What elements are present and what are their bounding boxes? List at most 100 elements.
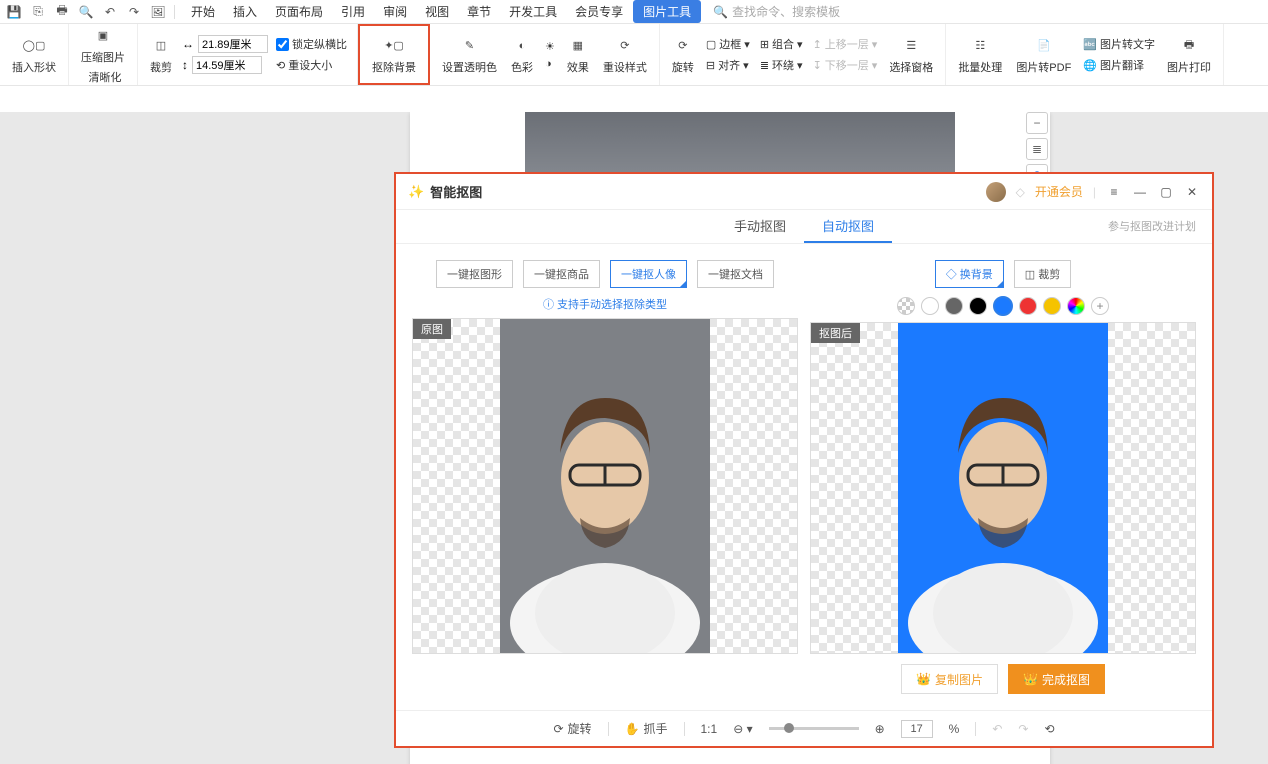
tab-layout[interactable]: 页面布局 <box>267 0 331 23</box>
tab-picture-tools[interactable]: 图片工具 <box>633 0 701 23</box>
to-pdf-button[interactable]: 📄图片转PDF <box>1012 33 1075 77</box>
minimize-icon[interactable]: ― <box>1132 184 1148 200</box>
crop-result-button[interactable]: ◫ 裁剪 <box>1014 260 1071 288</box>
menu-icon[interactable]: ≡ <box>1106 184 1122 200</box>
zoom-in-button[interactable]: ⊕ <box>875 722 885 736</box>
undo-button[interactable]: ↶ <box>992 722 1002 736</box>
swatch-white[interactable] <box>921 297 939 315</box>
copy-pic-button[interactable]: 👑复制图片 <box>901 664 998 694</box>
print-pic-button[interactable]: 🖶图片打印 <box>1163 33 1215 77</box>
height-input[interactable] <box>192 56 262 74</box>
reset-style-button[interactable]: ⟳重设样式 <box>599 33 651 77</box>
cutout-shape-button[interactable]: 一键抠图形 <box>436 260 513 288</box>
tab-manual[interactable]: 手动抠图 <box>716 210 804 243</box>
tab-refs[interactable]: 引用 <box>333 0 373 23</box>
combine-button[interactable]: ⊞ 组合 ▾ <box>758 35 805 53</box>
border-button[interactable]: ▢ 边框 ▾ <box>704 35 752 53</box>
cutout-doc-button[interactable]: 一键抠文档 <box>697 260 774 288</box>
search-placeholder: 查找命令、搜索模板 <box>732 3 840 20</box>
print-icon[interactable]: 🖶 <box>54 4 70 20</box>
swatch-blue[interactable] <box>993 296 1013 316</box>
export-icon[interactable]: ⎘ <box>30 4 46 20</box>
swatch-add[interactable]: + <box>1091 297 1109 315</box>
wrap-button[interactable]: ≣ 环绕 ▾ <box>758 56 805 74</box>
move-down-button[interactable]: ↧ 下移一层 ▾ <box>811 56 880 74</box>
tab-vip[interactable]: 会员专享 <box>567 0 631 23</box>
batch-button[interactable]: ☷批量处理 <box>954 33 1006 77</box>
swatch-yellow[interactable] <box>1043 297 1061 315</box>
swatch-black[interactable] <box>969 297 987 315</box>
undo-icon[interactable]: ↶ <box>102 4 118 20</box>
lock-ratio-input[interactable] <box>276 38 289 51</box>
move-up-button[interactable]: ↥ 上移一层 ▾ <box>811 35 880 53</box>
insert-shape-button[interactable]: ◯▢插入形状 <box>8 33 60 77</box>
swatch-gray[interactable] <box>945 297 963 315</box>
separator <box>975 722 976 736</box>
tab-chapter[interactable]: 章节 <box>459 0 499 23</box>
swatch-red[interactable] <box>1019 297 1037 315</box>
adjust-icons: ☀ ◑ <box>543 39 557 71</box>
save-icon[interactable]: 💾 <box>6 4 22 20</box>
picture-icon[interactable]: 🖼 <box>150 4 166 20</box>
transparent-icon: ✎ <box>459 35 481 57</box>
width-input[interactable] <box>198 35 268 53</box>
command-search[interactable]: 🔍查找命令、搜索模板 <box>713 3 840 20</box>
change-bg-button[interactable]: ◇ 换背景 <box>935 260 1004 288</box>
tab-auto[interactable]: 自动抠图 <box>804 210 892 243</box>
to-text-button[interactable]: 🔤 图片转文字 <box>1081 35 1157 53</box>
tab-dev[interactable]: 开发工具 <box>501 0 565 23</box>
footer-1to1[interactable]: 1:1 <box>701 722 718 736</box>
properties-icon[interactable]: ≣ <box>1026 138 1048 160</box>
compress-pic-button[interactable]: ▣压缩图片 <box>77 23 129 67</box>
zoom-value[interactable]: 17 <box>901 720 933 738</box>
tab-insert[interactable]: 插入 <box>225 0 265 23</box>
clarity-button[interactable]: 清晰化 <box>85 67 126 87</box>
swatch-rainbow[interactable] <box>1067 297 1085 315</box>
translate-button[interactable]: 🌐 图片翻译 <box>1081 56 1157 74</box>
diamond-icon: ◇ <box>946 269 960 281</box>
rotate-button[interactable]: ⟳旋转 <box>668 33 698 77</box>
tab-start[interactable]: 开始 <box>183 0 223 23</box>
effects-button[interactable]: ▦效果 <box>563 33 593 77</box>
open-vip-link[interactable]: 开通会员 <box>1035 183 1083 200</box>
preview-icon[interactable]: 🔍 <box>78 4 94 20</box>
feedback-link[interactable]: 参与抠图改进计划 <box>1108 218 1196 234</box>
align-button[interactable]: ⊟ 对齐 ▾ <box>704 56 752 74</box>
maximize-icon[interactable]: ▢ <box>1158 184 1174 200</box>
footer-hand[interactable]: ✋抓手 <box>625 720 668 737</box>
reset-icon: ⟲ <box>276 59 285 72</box>
close-icon[interactable]: ✕ <box>1184 184 1200 200</box>
original-canvas[interactable]: 原图 <box>412 318 798 654</box>
redo-icon[interactable]: ↷ <box>126 4 142 20</box>
color-button[interactable]: ◐色彩 <box>507 33 537 77</box>
select-icon: ☰ <box>900 35 922 57</box>
redo-button[interactable]: ↷ <box>1018 722 1028 736</box>
cutout-product-button[interactable]: 一键抠商品 <box>523 260 600 288</box>
select-pane-button[interactable]: ☰选择窗格 <box>885 33 937 77</box>
tab-view[interactable]: 视图 <box>417 0 457 23</box>
label: 重设样式 <box>603 59 647 75</box>
result-canvas[interactable]: 抠图后 <box>810 322 1196 654</box>
slider-thumb[interactable] <box>784 723 794 733</box>
tab-review[interactable]: 审阅 <box>375 0 415 23</box>
zoom-out-icon[interactable]: − <box>1026 112 1048 134</box>
contrast-icon[interactable]: ◑ <box>543 57 557 71</box>
brightness-icon[interactable]: ☀ <box>543 39 557 54</box>
modal-tabs: 手动抠图 自动抠图 参与抠图改进计划 <box>396 210 1212 244</box>
zoom-slider[interactable] <box>769 727 859 730</box>
cutout-portrait-button[interactable]: 一键抠人像 <box>610 260 687 288</box>
crown-icon: 👑 <box>916 672 931 686</box>
swatch-transparent[interactable] <box>897 297 915 315</box>
footer-rotate[interactable]: ⟳旋转 <box>553 720 591 737</box>
finish-button[interactable]: 👑完成抠图 <box>1008 664 1105 694</box>
set-transparent-button[interactable]: ✎设置透明色 <box>438 33 501 77</box>
reset-size-button[interactable]: ⟲重设大小 <box>274 56 349 74</box>
remove-bg-button[interactable]: ✦▢抠除背景 <box>368 33 420 77</box>
zoom-out-button[interactable]: ⊖ ▾ <box>733 722 752 736</box>
avatar[interactable] <box>986 182 1006 202</box>
arrange-col3: ↥ 上移一层 ▾ ↧ 下移一层 ▾ <box>811 35 880 74</box>
zoom-pct: % <box>949 722 960 736</box>
crop-button[interactable]: ◫裁剪 <box>146 33 176 77</box>
reset-button[interactable]: ⟲ <box>1044 722 1054 736</box>
lock-ratio-checkbox[interactable]: 锁定纵横比 <box>274 35 349 53</box>
